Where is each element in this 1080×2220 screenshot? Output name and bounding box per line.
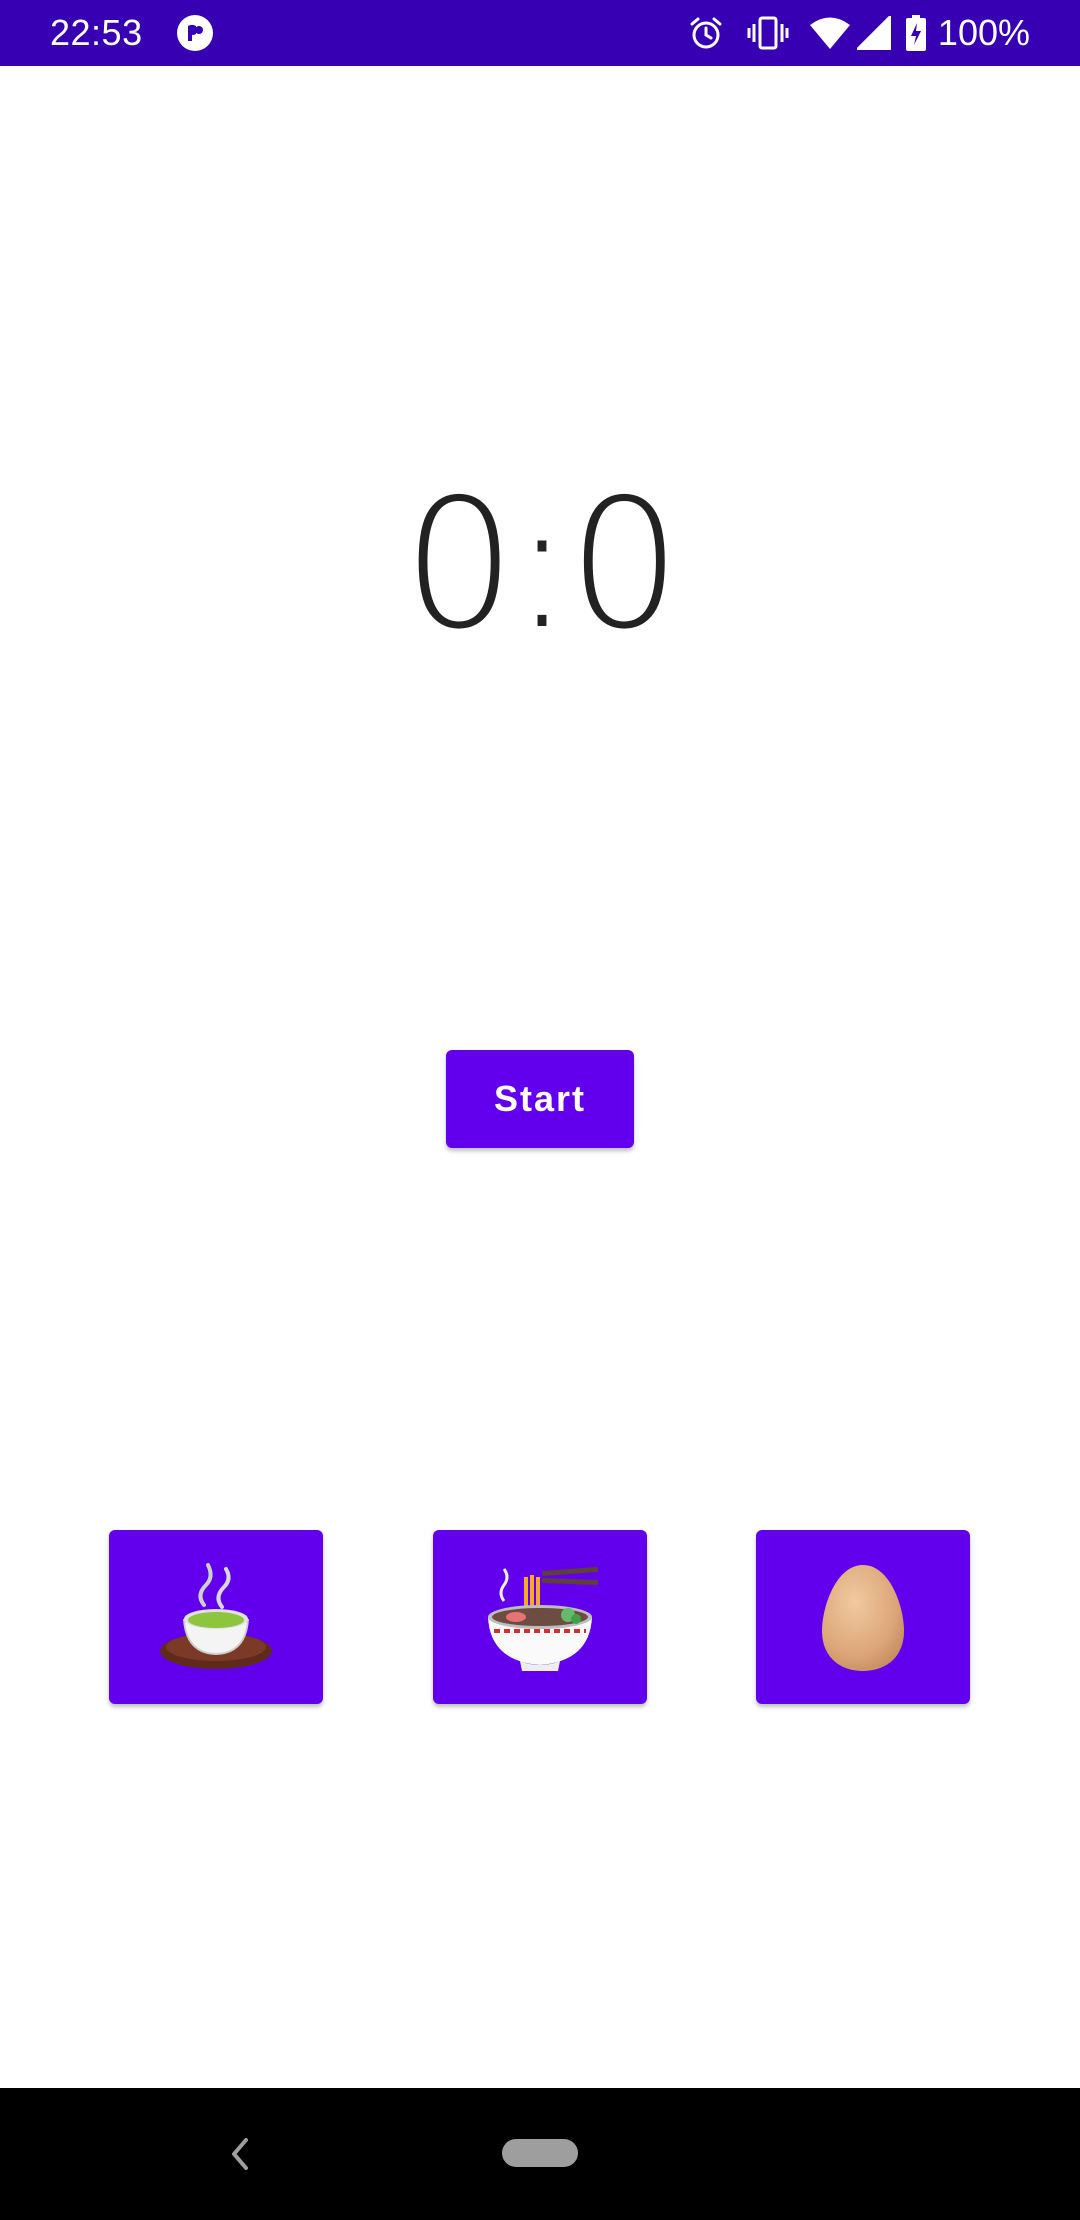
- timer-display: 0:0: [402, 461, 681, 668]
- battery-charging-icon: [904, 10, 928, 56]
- egg-preset-button[interactable]: [756, 1530, 970, 1704]
- battery-percentage: 100%: [937, 12, 1030, 53]
- status-icons: 100%: [686, 10, 1030, 56]
- app-screen: 22:53 100% 0:0 Start: [0, 0, 1080, 2220]
- noodle-preset-button[interactable]: [433, 1530, 647, 1704]
- navigation-bar: [0, 2088, 1080, 2220]
- start-button[interactable]: Start: [446, 1050, 634, 1148]
- tea-preset-button[interactable]: [109, 1530, 323, 1704]
- noodle-bowl-icon: [488, 1567, 599, 1671]
- status-bar: 22:53 100%: [0, 0, 1080, 66]
- vibrate-icon: [746, 10, 790, 56]
- egg-icon: [822, 1565, 904, 1671]
- back-icon[interactable]: [222, 2132, 258, 2176]
- alarm-icon: [686, 10, 726, 56]
- green-tea-icon: [160, 1563, 272, 1669]
- status-time: 22:53: [50, 12, 143, 53]
- wifi-icon: [808, 10, 852, 56]
- signal-icon: [856, 10, 892, 56]
- home-pill[interactable]: [502, 2139, 578, 2167]
- app-icon: [177, 15, 213, 51]
